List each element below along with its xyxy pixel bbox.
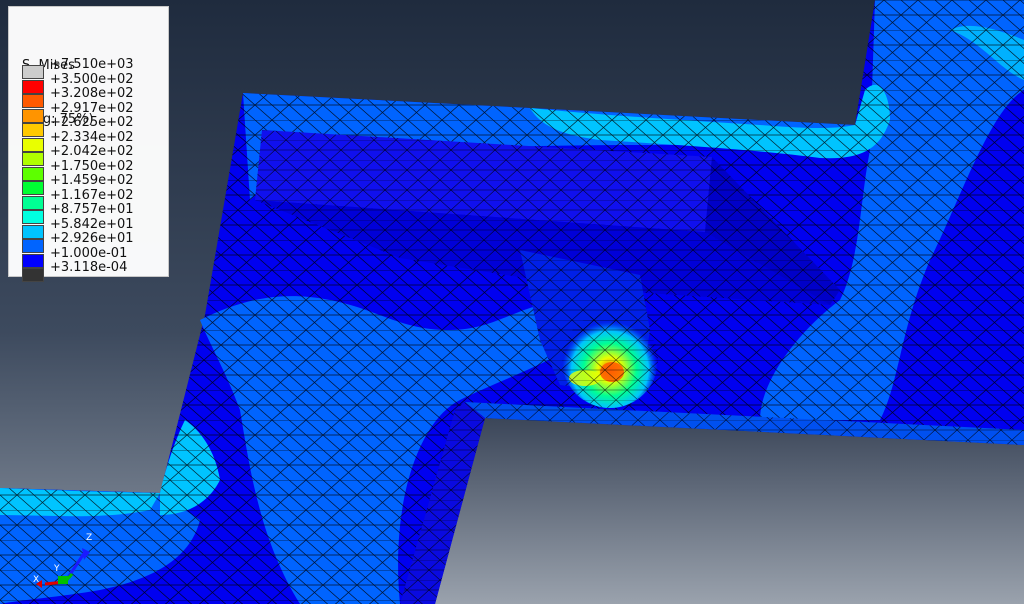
contour-legend: S, Mises (Avg: 75%) +7.510e+03 +3.500e+02… bbox=[8, 6, 169, 282]
legend-swatch bbox=[22, 268, 44, 282]
part-cutout bbox=[435, 418, 1024, 604]
legend-value: +2.042e+02 bbox=[50, 144, 134, 159]
triad-z-label: Z bbox=[86, 533, 93, 543]
legend-swatch bbox=[22, 152, 44, 166]
legend-swatch bbox=[22, 79, 44, 94]
legend-value: +5.842e+01 bbox=[50, 216, 134, 232]
legend-swatch bbox=[22, 239, 44, 253]
legend-swatch bbox=[22, 108, 44, 123]
legend-value: +3.500e+02 bbox=[50, 71, 134, 87]
legend-value: +1.750e+02 bbox=[50, 158, 134, 174]
legend-swatch bbox=[22, 94, 44, 108]
legend-swatch bbox=[22, 224, 44, 239]
legend-swatch bbox=[22, 65, 44, 79]
legend-swatch bbox=[22, 210, 44, 224]
triad-y-label: Y bbox=[54, 564, 60, 574]
legend-value: +8.757e+01 bbox=[50, 202, 134, 217]
legend-value: +3.118e-04 bbox=[50, 260, 128, 275]
legend-value: +3.208e+02 bbox=[50, 86, 134, 101]
legend-value: +2.926e+01 bbox=[50, 231, 134, 246]
legend-swatch bbox=[22, 166, 44, 181]
legend-value: +1.000e-01 bbox=[50, 245, 128, 261]
legend-swatch bbox=[22, 181, 44, 195]
legend-swatch bbox=[22, 123, 44, 137]
legend-value: +1.459e+02 bbox=[50, 173, 134, 188]
legend-value: +2.917e+02 bbox=[50, 100, 134, 116]
legend-value: +1.167e+02 bbox=[50, 187, 134, 203]
triad-x-label: X bbox=[33, 575, 40, 585]
legend-value: +2.334e+02 bbox=[50, 129, 134, 145]
legend-swatch bbox=[22, 253, 44, 268]
legend-swatch bbox=[22, 195, 44, 210]
legend-value: +7.510e+03 bbox=[50, 57, 134, 72]
legend-swatch bbox=[22, 137, 44, 152]
legend-value: +2.625e+02 bbox=[50, 115, 134, 130]
